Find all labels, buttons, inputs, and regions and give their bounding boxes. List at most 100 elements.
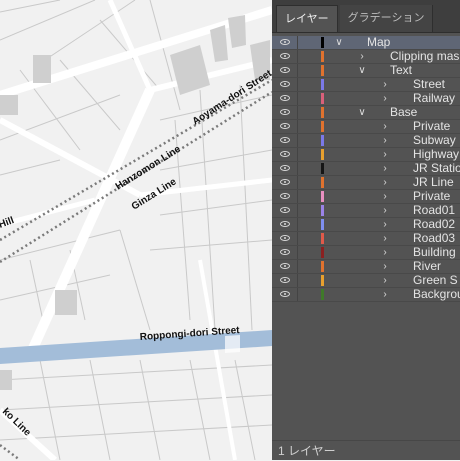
layer-name[interactable]: Base xyxy=(390,106,417,119)
layer-row[interactable]: › Private xyxy=(272,120,460,134)
visibility-eye-icon[interactable] xyxy=(280,165,290,171)
layer-row[interactable]: › Private xyxy=(272,190,460,204)
layer-name[interactable]: Highway xyxy=(413,148,459,161)
layer-name[interactable]: JR Station xyxy=(413,162,460,175)
lock-toggle[interactable] xyxy=(297,190,298,203)
layer-row[interactable]: › Subway xyxy=(272,134,460,148)
layer-row[interactable]: › River xyxy=(272,260,460,274)
layer-name[interactable]: Subway xyxy=(413,134,456,147)
layer-name[interactable]: Street xyxy=(413,78,445,91)
layer-name[interactable]: Road02 xyxy=(413,218,455,231)
lock-toggle[interactable] xyxy=(297,218,298,231)
chevron-right-icon[interactable]: › xyxy=(380,218,390,231)
layer-color-swatch xyxy=(321,261,324,272)
lock-toggle[interactable] xyxy=(297,274,298,287)
chevron-right-icon[interactable]: › xyxy=(380,134,390,147)
visibility-eye-icon[interactable] xyxy=(280,39,290,45)
lock-toggle[interactable] xyxy=(297,162,298,175)
map-canvas[interactable]: Aoyama-dori Street Hanzomon Line Ginza L… xyxy=(0,0,272,460)
chevron-right-icon[interactable]: › xyxy=(380,120,390,133)
layer-row[interactable]: › JR Station xyxy=(272,162,460,176)
lock-toggle[interactable] xyxy=(297,36,298,49)
chevron-right-icon[interactable]: › xyxy=(357,50,367,63)
layer-row[interactable]: ∨ Base xyxy=(272,106,460,120)
layer-row[interactable]: › Road03 xyxy=(272,232,460,246)
visibility-eye-icon[interactable] xyxy=(280,67,290,73)
layer-name[interactable]: Text xyxy=(390,64,412,77)
visibility-eye-icon[interactable] xyxy=(280,81,290,87)
lock-toggle[interactable] xyxy=(297,260,298,273)
visibility-eye-icon[interactable] xyxy=(280,137,290,143)
lock-toggle[interactable] xyxy=(297,106,298,119)
layer-name[interactable]: Clipping mask xyxy=(390,50,460,63)
layer-row[interactable]: ∨ Text xyxy=(272,64,460,78)
visibility-eye-icon[interactable] xyxy=(280,193,290,199)
chevron-right-icon[interactable]: › xyxy=(380,190,390,203)
lock-toggle[interactable] xyxy=(297,288,298,301)
lock-toggle[interactable] xyxy=(297,134,298,147)
chevron-down-icon[interactable]: ∨ xyxy=(357,106,367,119)
layer-name[interactable]: Background xyxy=(413,288,460,301)
layer-name[interactable]: Road01 xyxy=(413,204,455,217)
layer-name[interactable]: Railway xyxy=(413,92,455,105)
layer-row[interactable]: › Road01 xyxy=(272,204,460,218)
lock-toggle[interactable] xyxy=(297,176,298,189)
visibility-eye-icon[interactable] xyxy=(280,179,290,185)
layer-name[interactable]: Building xyxy=(413,246,456,259)
visibility-eye-icon[interactable] xyxy=(280,277,290,283)
lock-toggle[interactable] xyxy=(297,78,298,91)
lock-toggle[interactable] xyxy=(297,148,298,161)
chevron-right-icon[interactable]: › xyxy=(380,274,390,287)
layer-row[interactable]: › Highway xyxy=(272,148,460,162)
layer-name[interactable]: River xyxy=(413,260,441,273)
chevron-right-icon[interactable]: › xyxy=(380,176,390,189)
layer-name[interactable]: Private xyxy=(413,190,450,203)
visibility-eye-icon[interactable] xyxy=(280,95,290,101)
chevron-right-icon[interactable]: › xyxy=(380,204,390,217)
layer-name[interactable]: Green S xyxy=(413,274,458,287)
chevron-down-icon[interactable]: ∨ xyxy=(357,64,367,77)
visibility-eye-icon[interactable] xyxy=(280,207,290,213)
visibility-eye-icon[interactable] xyxy=(280,53,290,59)
layer-row[interactable]: › Road02 xyxy=(272,218,460,232)
visibility-eye-icon[interactable] xyxy=(280,291,290,297)
layer-row[interactable]: › JR Line xyxy=(272,176,460,190)
lock-toggle[interactable] xyxy=(297,50,298,63)
chevron-right-icon[interactable]: › xyxy=(380,232,390,245)
lock-toggle[interactable] xyxy=(297,92,298,105)
tab-layers[interactable]: レイヤー xyxy=(276,5,338,32)
visibility-eye-icon[interactable] xyxy=(280,151,290,157)
chevron-down-icon[interactable]: ∨ xyxy=(334,36,344,49)
visibility-eye-icon[interactable] xyxy=(280,263,290,269)
layer-row[interactable]: › Building xyxy=(272,246,460,260)
visibility-eye-icon[interactable] xyxy=(280,109,290,115)
visibility-eye-icon[interactable] xyxy=(280,249,290,255)
tab-gradient[interactable]: グラデーション xyxy=(339,5,434,32)
lock-toggle[interactable] xyxy=(297,64,298,77)
lock-toggle[interactable] xyxy=(297,204,298,217)
layer-name[interactable]: Private xyxy=(413,120,450,133)
chevron-right-icon[interactable]: › xyxy=(380,78,390,91)
layer-name[interactable]: Road03 xyxy=(413,232,455,245)
layer-row[interactable]: ∨ Map xyxy=(272,36,460,50)
chevron-right-icon[interactable]: › xyxy=(380,148,390,161)
chevron-right-icon[interactable]: › xyxy=(380,260,390,273)
layer-name[interactable]: JR Line xyxy=(413,176,454,189)
layer-row[interactable]: › Railway xyxy=(272,92,460,106)
chevron-right-icon[interactable]: › xyxy=(380,162,390,175)
lock-toggle[interactable] xyxy=(297,246,298,259)
chevron-right-icon[interactable]: › xyxy=(380,246,390,259)
layer-row[interactable]: › Clipping mask xyxy=(272,50,460,64)
visibility-eye-icon[interactable] xyxy=(280,235,290,241)
visibility-eye-icon[interactable] xyxy=(280,123,290,129)
chevron-right-icon[interactable]: › xyxy=(380,288,390,301)
lock-toggle[interactable] xyxy=(297,120,298,133)
lock-toggle[interactable] xyxy=(297,232,298,245)
chevron-right-icon[interactable]: › xyxy=(380,92,390,105)
layer-color-swatch xyxy=(321,247,324,258)
layer-row[interactable]: › Green S xyxy=(272,274,460,288)
visibility-eye-icon[interactable] xyxy=(280,221,290,227)
layer-name[interactable]: Map xyxy=(367,36,390,49)
layer-row[interactable]: › Background xyxy=(272,288,460,302)
layer-row[interactable]: › Street xyxy=(272,78,460,92)
